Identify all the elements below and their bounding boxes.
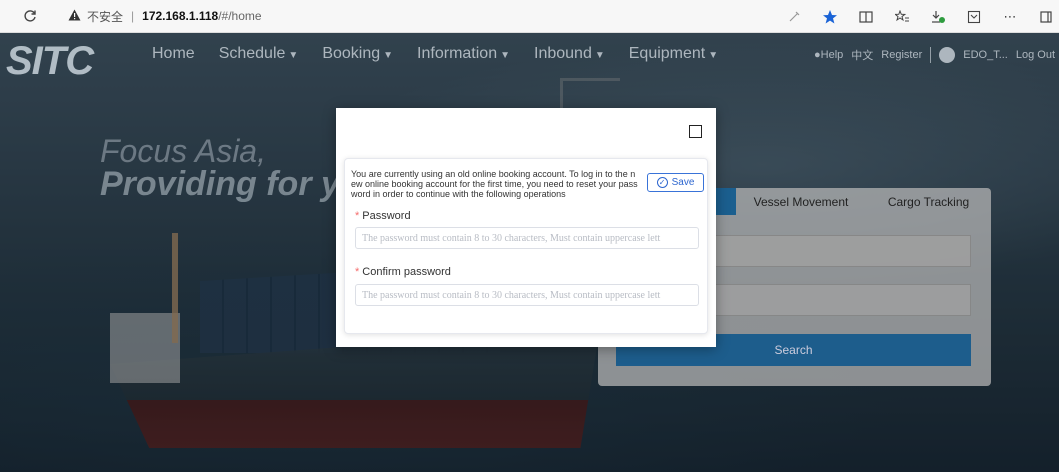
browser-tools: ⋯ <box>785 0 1055 33</box>
address-bar[interactable]: 不安全 | 172.168.1.118 /#/home <box>68 8 262 25</box>
more-menu-icon[interactable]: ⋯ <box>1001 8 1019 26</box>
confirm-password-input[interactable] <box>355 284 699 306</box>
password-input[interactable] <box>355 227 699 249</box>
caret-down-icon: ▼ <box>383 50 394 61</box>
nav-item-home[interactable]: Home <box>152 45 195 63</box>
nav-item-schedule[interactable]: Schedule ▼ <box>219 45 299 63</box>
tab-cargo-tracking[interactable]: Cargo Tracking <box>866 188 991 215</box>
split-screen-icon[interactable] <box>857 8 875 26</box>
caret-down-icon: ▼ <box>288 50 299 61</box>
reset-password-form: You are currently using an old online bo… <box>344 158 708 334</box>
insecure-label: 不安全 <box>87 9 124 24</box>
address-path: /#/home <box>218 9 262 23</box>
nav-menu: Home Schedule ▼ Booking ▼ Information ▼ Inb… <box>152 45 718 63</box>
save-button-label: Save <box>671 177 695 188</box>
account-notice: You are currently using an old online bo… <box>351 169 638 199</box>
sitc-logo[interactable]: SITC <box>6 39 94 84</box>
address-separator: | <box>131 9 135 23</box>
nav-item-booking[interactable]: Booking ▼ <box>322 45 393 63</box>
save-button[interactable]: ✓ Save <box>647 173 704 192</box>
confirm-password-label: * Confirm password <box>355 266 451 278</box>
caret-down-icon: ▼ <box>708 50 719 61</box>
language-switch[interactable]: 中文 <box>851 47 873 63</box>
user-nav: ●Help 中文 Register EDO_T... Log Out <box>814 47 1055 63</box>
favorite-star-icon[interactable] <box>821 8 839 26</box>
nav-item-information[interactable]: Information ▼ <box>417 45 510 63</box>
password-label: * Password <box>355 210 411 222</box>
required-asterisk: * <box>355 210 360 222</box>
logout-link[interactable]: Log Out <box>1016 49 1055 61</box>
warning-icon <box>68 9 81 24</box>
help-link[interactable]: ●Help <box>814 49 843 61</box>
username-label[interactable]: EDO_T... <box>963 49 1008 61</box>
register-link[interactable]: Register <box>881 49 922 61</box>
maximize-icon[interactable] <box>689 125 702 138</box>
caret-down-icon: ▼ <box>594 50 605 61</box>
nav-item-inbound[interactable]: Inbound ▼ <box>534 45 605 63</box>
extensions-icon[interactable] <box>965 8 983 26</box>
read-aloud-icon[interactable] <box>785 8 803 26</box>
check-circle-icon: ✓ <box>656 177 668 188</box>
tagline-line2: Providing for y <box>100 165 340 203</box>
tab-vessel-movement[interactable]: Vessel Movement <box>736 188 866 215</box>
downloads-icon[interactable] <box>929 8 947 26</box>
nav-divider <box>930 47 932 63</box>
nav-item-equipment[interactable]: Equipment ▼ <box>629 45 718 63</box>
caret-down-icon: ▼ <box>500 50 510 61</box>
address-host: 172.168.1.118 <box>142 9 219 23</box>
reset-password-dialog: You are currently using an old online bo… <box>336 108 716 347</box>
user-avatar-icon[interactable] <box>939 47 956 63</box>
main-navigation: SITC Home Schedule ▼ Booking ▼ Information… <box>0 33 1059 84</box>
reload-icon[interactable] <box>20 6 40 26</box>
sidebar-toggle-icon[interactable] <box>1037 8 1055 26</box>
browser-toolbar: 不安全 | 172.168.1.118 /#/home ⋯ <box>0 0 1059 33</box>
required-asterisk: * <box>355 266 360 278</box>
favorites-icon[interactable] <box>893 8 911 26</box>
